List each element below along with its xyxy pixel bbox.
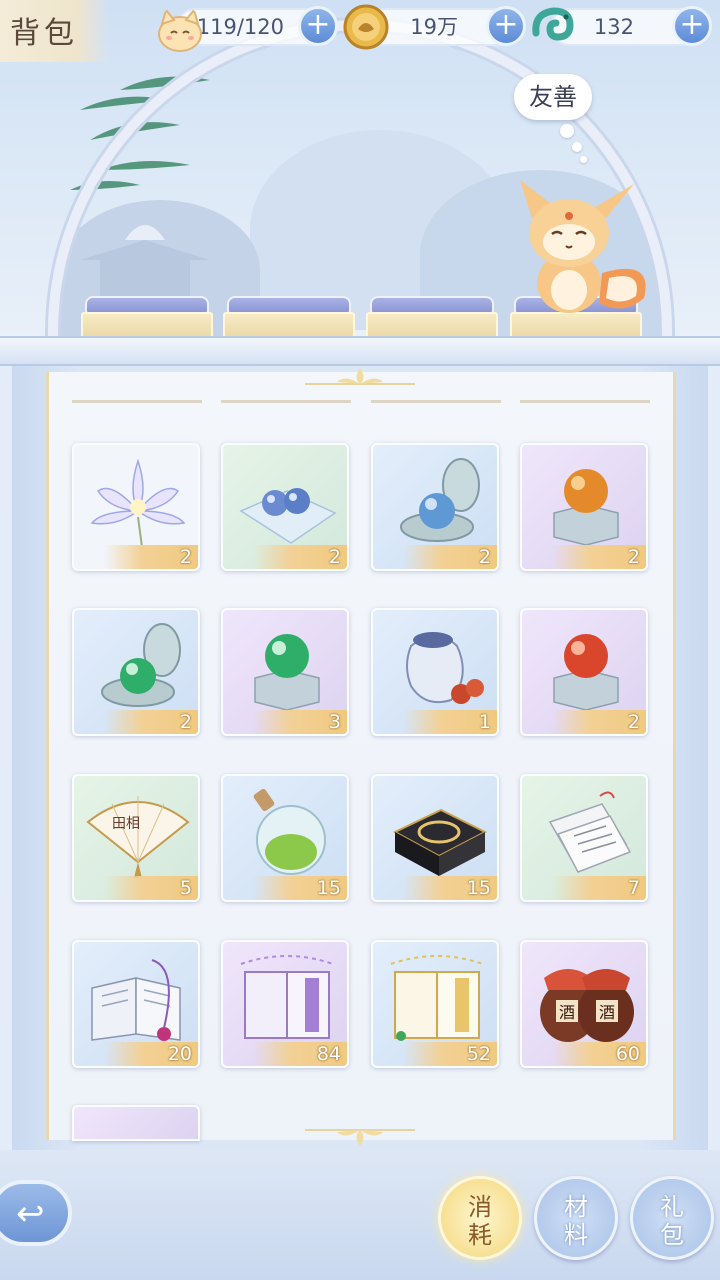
- gold-music-book-icon: [390, 955, 484, 1041]
- item-count: 20: [104, 1042, 198, 1066]
- pouch-with-beads-icon: [406, 632, 484, 704]
- thought-dot: [572, 142, 582, 152]
- inventory-slot[interactable]: 2: [221, 443, 349, 571]
- green-orb-box-icon: [254, 634, 320, 711]
- inventory-slot[interactable]: 2: [72, 608, 200, 736]
- green-potion-bottle-icon: [253, 788, 326, 875]
- folding-fan-icon: 田相: [86, 796, 190, 878]
- inventory-slot[interactable]: 1: [371, 608, 499, 736]
- open-book-icon: [91, 959, 181, 1041]
- blue-pearl-box-icon: [400, 458, 480, 542]
- inventory-slot[interactable]: 15: [371, 774, 499, 902]
- black-gift-box-icon: [392, 808, 488, 876]
- row-edge: [371, 400, 501, 406]
- svg-text:酒: 酒: [599, 1003, 615, 1022]
- item-count: 7: [552, 876, 646, 900]
- tab-label: 礼包: [660, 1193, 684, 1249]
- red-orb-box-icon: [553, 634, 619, 711]
- back-button[interactable]: ↩: [0, 1180, 72, 1246]
- svg-text:酒: 酒: [559, 1003, 575, 1022]
- pet-mood-label: 友善: [529, 83, 577, 111]
- shelf-bar: [0, 336, 720, 366]
- inventory-slot[interactable]: 20: [72, 940, 200, 1068]
- row-edge: [520, 400, 650, 406]
- wine-jars-icon: 酒 酒: [540, 969, 634, 1042]
- thought-dot: [580, 156, 587, 163]
- tab-gift-packs[interactable]: 礼包: [630, 1176, 714, 1260]
- item-count: 2: [403, 545, 497, 569]
- purple-music-book-icon: [240, 955, 334, 1039]
- lotus-ornament-icon: [305, 368, 415, 385]
- tab-label: 消耗: [468, 1193, 492, 1249]
- jade-dragon-icon: [532, 7, 574, 41]
- add-stamina-button[interactable]: +: [298, 6, 338, 46]
- add-jade-button[interactable]: +: [672, 6, 712, 46]
- item-count: 15: [253, 876, 347, 900]
- orange-orb-box-icon: [553, 469, 619, 546]
- inventory-slot[interactable]: 15: [221, 774, 349, 902]
- lotus-flower-icon: [90, 458, 186, 548]
- inventory-slot[interactable]: 3: [221, 608, 349, 736]
- item-count: 2: [253, 545, 347, 569]
- cat-face-icon: [158, 7, 202, 52]
- tab-consumables[interactable]: 消耗: [438, 1176, 522, 1260]
- green-pearl-box-icon: [101, 623, 181, 707]
- inventory-slot[interactable]: 田相 5: [72, 774, 200, 902]
- paper-letters-icon: [548, 791, 632, 873]
- inventory-slot[interactable]: 7: [520, 774, 648, 902]
- item-count: 3: [253, 710, 347, 734]
- inventory-slot[interactable]: 2: [520, 443, 648, 571]
- item-count: 2: [552, 545, 646, 569]
- gold-coin-icon: [343, 4, 389, 50]
- tab-materials[interactable]: 材料: [534, 1176, 618, 1260]
- lotus-ornament-icon: [305, 1129, 415, 1146]
- item-count: 52: [403, 1042, 497, 1066]
- inventory-slot[interactable]: 2: [72, 443, 200, 571]
- row-edge: [221, 400, 351, 406]
- add-coins-button[interactable]: +: [486, 6, 526, 46]
- blue-pearls-on-cloth-icon: [239, 488, 337, 544]
- page-title: 背包: [10, 16, 78, 51]
- inventory-slot-partial[interactable]: [72, 1105, 200, 1141]
- item-count: 2: [104, 545, 198, 569]
- thought-dot: [560, 124, 574, 138]
- item-count: 84: [253, 1042, 347, 1066]
- item-count: 1: [403, 710, 497, 734]
- item-count: 5: [104, 876, 198, 900]
- row-edge: [72, 400, 202, 406]
- tab-label: 材料: [564, 1193, 588, 1249]
- inventory-slot[interactable]: 酒 酒 60: [520, 940, 648, 1068]
- fox-pet-icon[interactable]: [514, 178, 654, 316]
- item-count: 2: [104, 710, 198, 734]
- svg-text:田相: 田相: [112, 816, 140, 832]
- inventory-slot[interactable]: 52: [371, 940, 499, 1068]
- inventory-slot[interactable]: 2: [520, 608, 648, 736]
- top-bar: 背包 119/120 + 19万 + 132 +: [0, 0, 720, 62]
- item-count: 2: [552, 710, 646, 734]
- back-arrow-icon: ↩: [16, 1194, 45, 1234]
- item-count: 15: [403, 876, 497, 900]
- pet-mood-bubble: 友善: [514, 74, 592, 120]
- inventory-slot[interactable]: 84: [221, 940, 349, 1068]
- item-count: 60: [552, 1042, 646, 1066]
- inventory-slot[interactable]: 2: [371, 443, 499, 571]
